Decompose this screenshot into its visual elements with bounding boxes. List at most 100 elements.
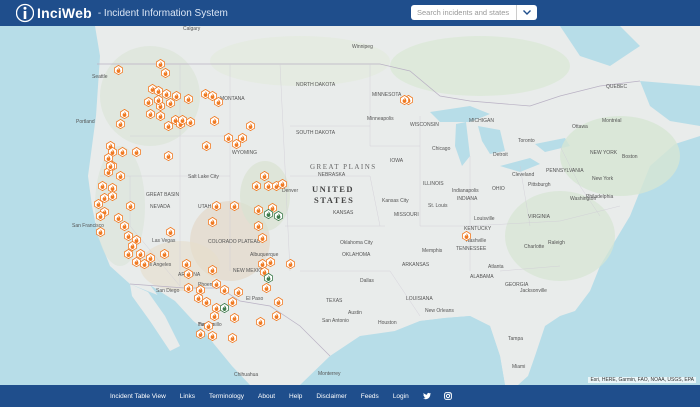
fire-marker-icon[interactable] (238, 133, 247, 143)
fire-marker-icon[interactable] (274, 297, 283, 307)
map-label: VIRGINIA (528, 214, 550, 220)
fire-marker-icon[interactable] (400, 95, 409, 105)
fire-marker-icon[interactable] (208, 331, 217, 341)
fire-marker-icon[interactable] (126, 201, 135, 211)
fire-marker-icon[interactable] (184, 94, 193, 104)
footer-link-incident-table[interactable]: Incident Table View (110, 393, 166, 400)
fire-marker-icon[interactable] (186, 117, 195, 127)
smoke-marker-icon[interactable] (264, 273, 273, 283)
fire-marker-icon[interactable] (228, 297, 237, 307)
region-label: GREAT PLAINS (310, 163, 377, 171)
map-label: Kansas City (382, 198, 409, 204)
fire-marker-icon[interactable] (161, 68, 170, 78)
fire-marker-icon[interactable] (178, 115, 187, 125)
fire-marker-icon[interactable] (254, 205, 263, 215)
fire-marker-icon[interactable] (196, 329, 205, 339)
map-label: Houston (378, 320, 397, 326)
map-label: Chicago (432, 146, 451, 152)
map-label: Winnipeg (352, 44, 373, 50)
fire-marker-icon[interactable] (212, 201, 221, 211)
fire-marker-icon[interactable] (160, 249, 169, 259)
fire-marker-icon[interactable] (208, 217, 217, 227)
fire-marker-icon[interactable] (208, 265, 217, 275)
twitter-icon[interactable] (422, 392, 431, 400)
fire-marker-icon[interactable] (258, 233, 267, 243)
footer-link-feeds[interactable]: Feeds (361, 393, 379, 400)
footer-link-login[interactable]: Login (393, 393, 409, 400)
fire-marker-icon[interactable] (120, 221, 129, 231)
fire-marker-icon[interactable] (224, 133, 233, 143)
map-label: GREAT BASIN (146, 192, 180, 198)
fire-marker-icon[interactable] (116, 171, 125, 181)
fire-marker-icon[interactable] (116, 119, 125, 129)
fire-marker-icon[interactable] (166, 227, 175, 237)
footer-link-about[interactable]: About (258, 393, 275, 400)
fire-marker-icon[interactable] (286, 259, 295, 269)
fire-marker-icon[interactable] (166, 98, 175, 108)
fire-marker-icon[interactable] (254, 221, 263, 231)
map-label: INDIANA (457, 196, 478, 202)
app-subtitle: - Incident Information System (97, 7, 228, 19)
fire-marker-icon[interactable] (132, 147, 141, 157)
footer-link-terminology[interactable]: Terminology (209, 393, 244, 400)
fire-marker-icon[interactable] (164, 121, 173, 131)
search-dropdown-button[interactable] (516, 5, 537, 20)
fire-marker-icon[interactable] (234, 287, 243, 297)
fire-marker-icon[interactable] (144, 97, 153, 107)
incident-map[interactable]: Calgary Winnipeg NORTH DAKOTA MINNESOTA … (0, 26, 700, 385)
smoke-marker-icon[interactable] (264, 209, 273, 219)
fire-marker-icon[interactable] (204, 321, 213, 331)
fire-marker-icon[interactable] (272, 311, 281, 321)
smoke-marker-icon[interactable] (274, 211, 283, 221)
fire-marker-icon[interactable] (182, 259, 191, 269)
fire-marker-icon[interactable] (96, 227, 105, 237)
fire-marker-icon[interactable] (462, 231, 471, 241)
fire-marker-icon[interactable] (96, 211, 105, 221)
instagram-icon[interactable] (443, 392, 452, 400)
fire-marker-icon[interactable] (114, 65, 123, 75)
fire-marker-icon[interactable] (156, 111, 165, 121)
fire-marker-icon[interactable] (210, 116, 219, 126)
footer-link-help[interactable]: Help (289, 393, 302, 400)
fire-marker-icon[interactable] (108, 191, 117, 201)
inciweb-logo[interactable]: InciWeb (16, 3, 92, 23)
fire-marker-icon[interactable] (118, 147, 127, 157)
map-label: Minneapolis (367, 116, 394, 122)
fire-marker-icon[interactable] (106, 161, 115, 171)
footer-link-links[interactable]: Links (180, 393, 195, 400)
fire-marker-icon[interactable] (146, 109, 155, 119)
fire-marker-icon[interactable] (164, 151, 173, 161)
fire-marker-icon[interactable] (230, 313, 239, 323)
fire-marker-icon[interactable] (262, 283, 271, 293)
country-label: STATES (314, 195, 355, 205)
fire-marker-icon[interactable] (184, 269, 193, 279)
fire-marker-icon[interactable] (184, 283, 193, 293)
fire-marker-icon[interactable] (202, 141, 211, 151)
fire-marker-icon[interactable] (228, 333, 237, 343)
search-input[interactable] (411, 5, 517, 20)
fire-marker-icon[interactable] (246, 121, 255, 131)
smoke-marker-icon[interactable] (220, 303, 229, 313)
fire-marker-icon[interactable] (256, 317, 265, 327)
fire-marker-icon[interactable] (146, 253, 155, 263)
fire-marker-icon[interactable] (154, 95, 163, 105)
map-label: COLORADO PLATEAU (208, 239, 261, 245)
fire-marker-icon[interactable] (260, 171, 269, 181)
fire-marker-icon[interactable] (278, 179, 287, 189)
fire-marker-icon[interactable] (210, 311, 219, 321)
fire-marker-icon[interactable] (214, 97, 223, 107)
fire-marker-icon[interactable] (230, 201, 239, 211)
fire-marker-icon[interactable] (202, 297, 211, 307)
map-label: Atlanta (488, 264, 504, 270)
map-label: IOWA (390, 158, 404, 164)
map-label: Monterrey (318, 371, 341, 377)
map-label: SOUTH DAKOTA (296, 130, 336, 136)
fire-marker-icon[interactable] (120, 109, 129, 119)
map-label: Austin (348, 310, 362, 316)
footer-link-disclaimer[interactable]: Disclaimer (316, 393, 346, 400)
fire-marker-icon[interactable] (98, 181, 107, 191)
fire-marker-icon[interactable] (266, 257, 275, 267)
map-label: Chihuahua (234, 372, 259, 378)
fire-marker-icon[interactable] (220, 285, 229, 295)
fire-marker-icon[interactable] (252, 181, 261, 191)
